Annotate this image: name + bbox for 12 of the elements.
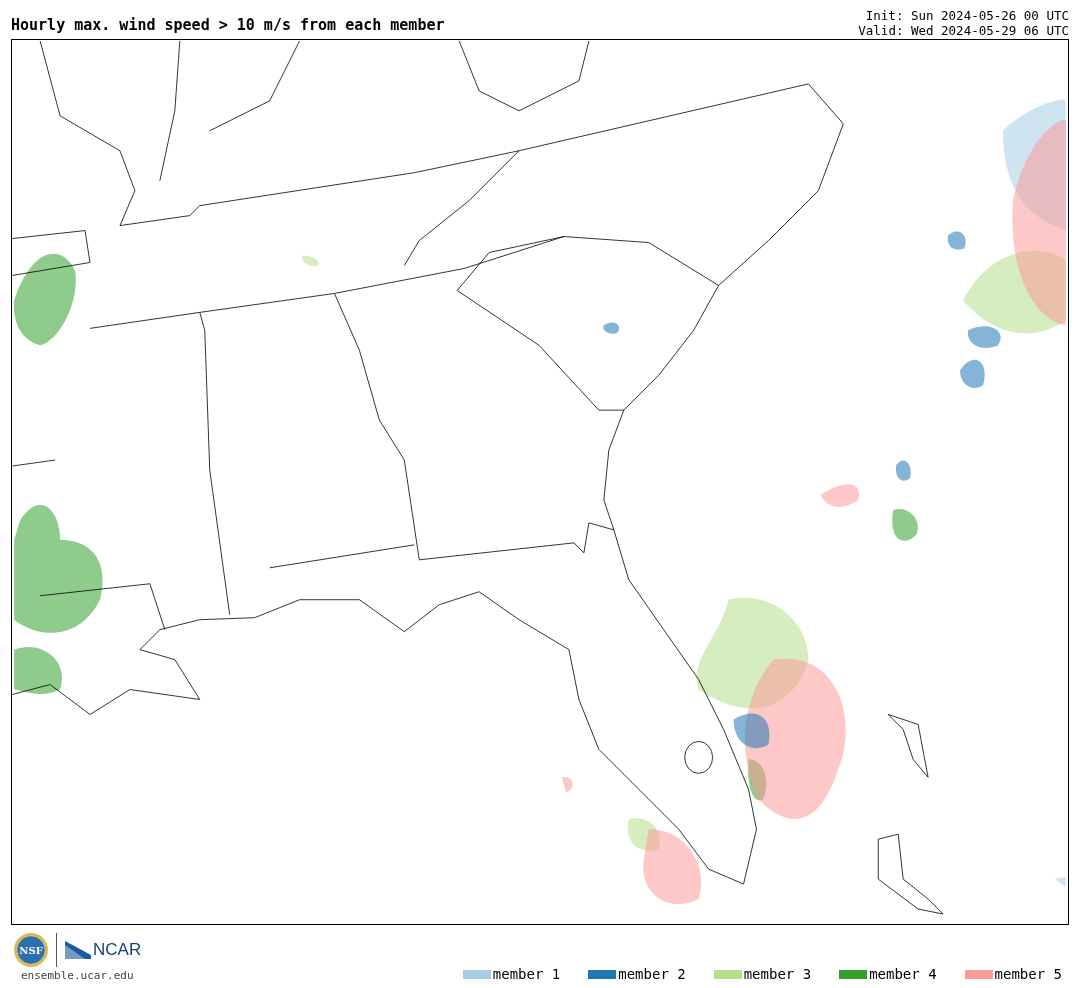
- site-url: ensemble.ucar.edu: [20, 969, 134, 982]
- valid-time: Valid: Wed 2024-05-29 06 UTC: [858, 23, 1069, 38]
- legend-label: member 2: [618, 966, 686, 982]
- legend-label: member 4: [869, 966, 937, 982]
- legend-label: member 3: [743, 966, 812, 982]
- init-time: Init: Sun 2024-05-26 00 UTC: [865, 8, 1069, 23]
- chart-title: Hourly max. wind speed > 10 m/s from each member: [11, 16, 445, 36]
- nsf-logo: NSF: [14, 933, 48, 967]
- ncar-mark-icon: [65, 941, 91, 959]
- ncar-wordmark: NCAR: [93, 940, 142, 960]
- legend-label: member 5: [994, 966, 1062, 982]
- legend-label: member 1: [492, 966, 561, 982]
